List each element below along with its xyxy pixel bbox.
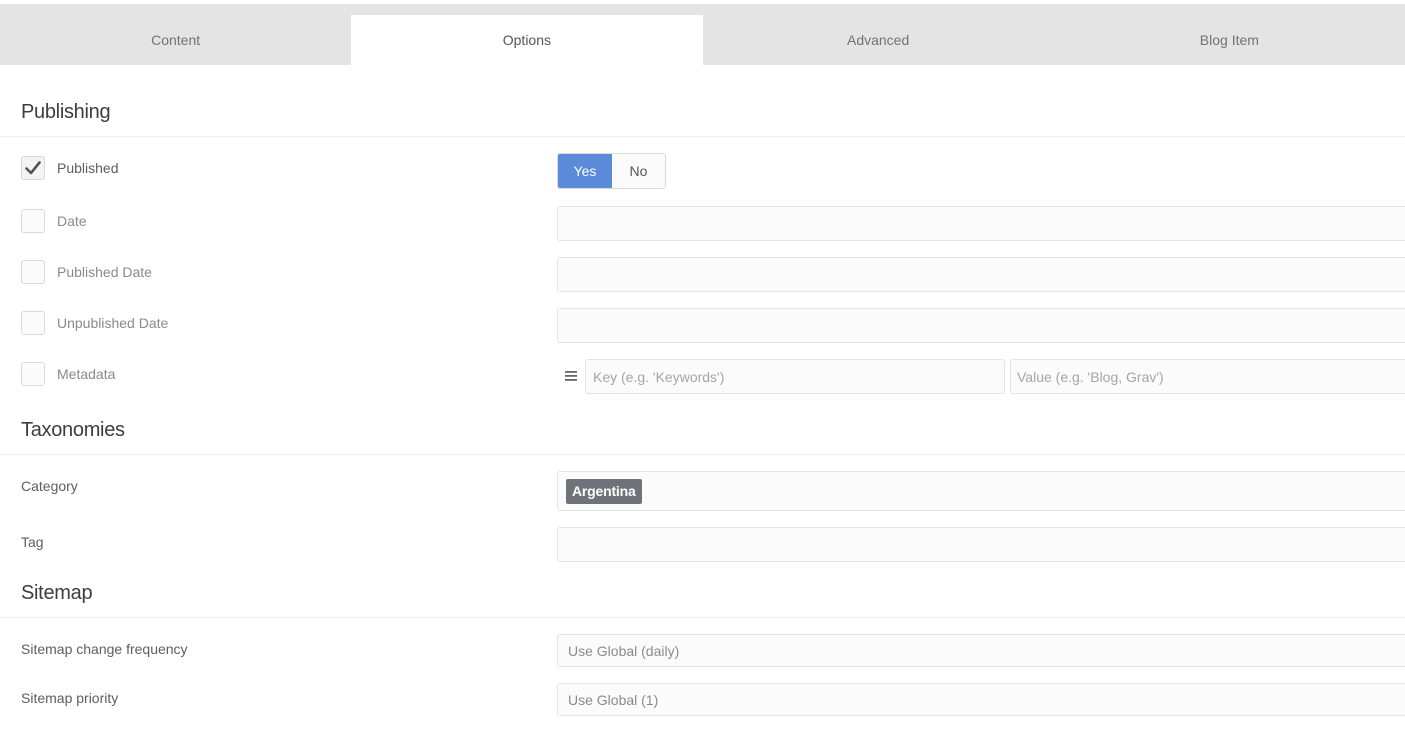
date-override-checkbox[interactable] [21,209,45,233]
metadata-label: Metadata [57,366,116,382]
sitemap-changefreq-value: Use Global (daily) [568,642,680,659]
tag-label: Tag [21,534,44,550]
tab-bar: Content Options Advanced Blog Item [0,15,1405,65]
published-yes-option[interactable]: Yes [558,154,612,188]
published-no-option[interactable]: No [612,154,665,188]
taxonomies-heading: Taxonomies [21,419,125,441]
sitemap-divider [0,617,1405,618]
category-label: Category [21,478,78,494]
sitemap-heading: Sitemap [21,582,93,604]
tab-content[interactable]: Content [0,15,351,65]
metadata-value-input[interactable] [1010,359,1405,394]
published-row: Published [21,156,119,180]
tag-input[interactable] [557,527,1405,562]
sitemap-changefreq-label: Sitemap change frequency [21,641,188,657]
unpublished-date-row: Unpublished Date [21,311,168,335]
published-date-label: Published Date [57,264,152,280]
metadata-row: Metadata [21,362,115,386]
publishing-divider [0,136,1405,137]
date-label: Date [57,213,87,229]
tab-options[interactable]: Options [351,15,703,65]
tab-advanced[interactable]: Advanced [703,15,1054,65]
drag-handle-icon[interactable] [564,369,578,383]
metadata-override-checkbox[interactable] [21,362,45,386]
category-tag-input[interactable]: Argentina [557,471,1405,511]
sitemap-priority-label: Sitemap priority [21,690,119,706]
unpublished-date-label: Unpublished Date [57,315,169,331]
sitemap-priority-select[interactable]: Use Global (1) [557,683,1405,716]
published-date-input[interactable] [557,257,1405,292]
unpublished-date-input[interactable] [557,308,1405,343]
tab-blog-item[interactable]: Blog Item [1054,15,1405,65]
check-icon [25,161,41,175]
metadata-key-input[interactable] [585,359,1005,394]
published-toggle[interactable]: Yes No [557,153,666,189]
category-tag-chip[interactable]: Argentina [566,479,642,504]
published-date-override-checkbox[interactable] [21,260,45,284]
top-strip [0,0,1405,15]
sitemap-changefreq-select[interactable]: Use Global (daily) [557,634,1405,667]
publishing-heading: Publishing [21,101,111,123]
sitemap-priority-value: Use Global (1) [568,691,659,708]
date-row: Date [21,209,87,233]
date-input[interactable] [557,206,1405,241]
unpublished-date-override-checkbox[interactable] [21,311,45,335]
top-bar [0,4,1405,15]
published-label: Published [57,160,119,176]
published-override-checkbox[interactable] [21,156,45,180]
published-date-row: Published Date [21,260,152,284]
taxonomies-divider [0,454,1405,455]
